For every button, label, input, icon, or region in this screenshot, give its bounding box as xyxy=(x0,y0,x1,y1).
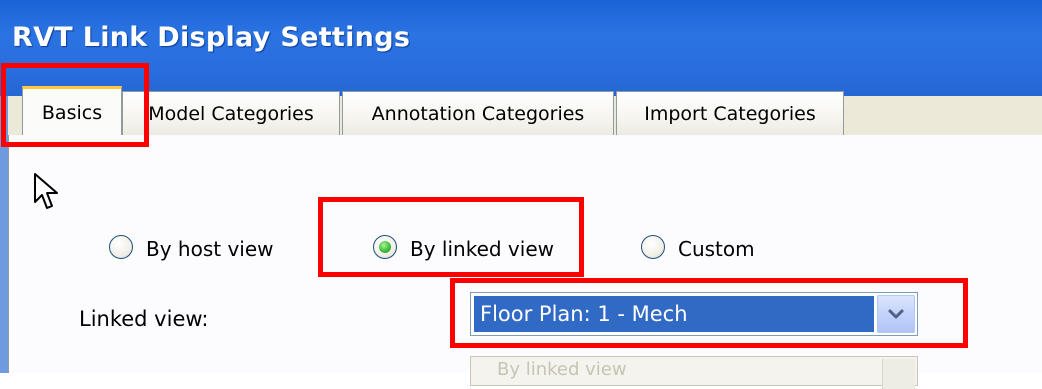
tab-import-categories[interactable]: Import Categories xyxy=(616,91,844,135)
mouse-cursor-icon xyxy=(34,173,58,209)
linked-view-dropdown-value: Floor Plan: 1 - Mech xyxy=(474,296,874,332)
tab-annotation-categories-label: Annotation Categories xyxy=(371,102,585,125)
tab-model-categories[interactable]: Model Categories xyxy=(122,91,340,135)
by-host-view-radio[interactable] xyxy=(109,235,133,259)
by-linked-view-radio[interactable] xyxy=(373,235,397,259)
by-linked-view-label[interactable]: By linked view xyxy=(410,237,554,261)
custom-radio[interactable] xyxy=(641,235,665,259)
tab-basics-label: Basics xyxy=(41,102,103,124)
tab-annotation-categories[interactable]: Annotation Categories xyxy=(342,91,614,135)
dropdown-button[interactable] xyxy=(877,295,915,333)
tab-model-categories-label: Model Categories xyxy=(148,102,314,125)
tab-import-categories-label: Import Categories xyxy=(644,102,816,125)
tab-basics[interactable]: Basics xyxy=(22,86,122,137)
window-border xyxy=(0,96,8,373)
by-host-view-label[interactable]: By host view xyxy=(146,237,274,261)
linked-view-dropdown[interactable]: Floor Plan: 1 - Mech xyxy=(470,292,918,336)
title-bar[interactable]: RVT Link Display Settings xyxy=(0,0,1042,96)
secondary-dropdown: By linked view xyxy=(470,356,918,389)
custom-label[interactable]: Custom xyxy=(678,237,755,261)
secondary-dropdown-value: By linked view xyxy=(497,359,627,380)
window-title: RVT Link Display Settings xyxy=(12,22,411,53)
linked-view-label: Linked view: xyxy=(79,307,209,331)
secondary-dropdown-button xyxy=(882,359,915,389)
radio-selected-dot xyxy=(379,241,391,253)
chevron-down-icon xyxy=(888,309,904,319)
